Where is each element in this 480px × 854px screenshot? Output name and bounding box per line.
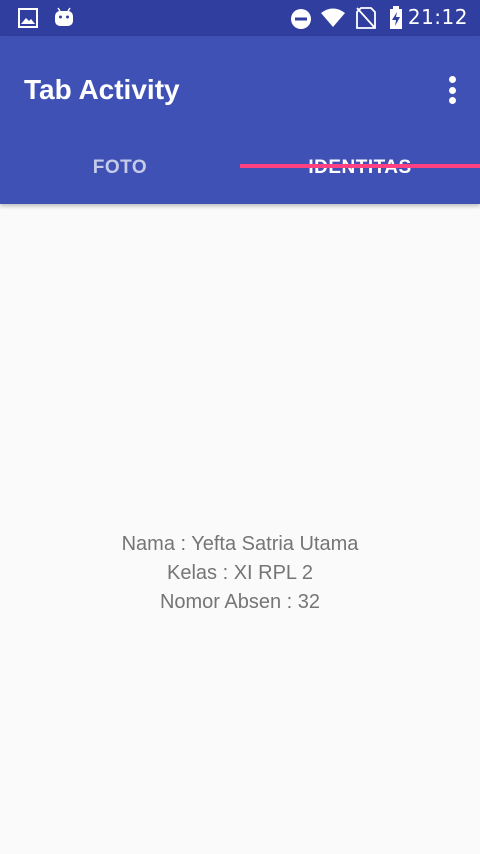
no-sim-icon (356, 7, 376, 29)
tab-indicator (240, 164, 480, 168)
battery-charging-icon (390, 6, 402, 29)
identity-class: Kelas : XI RPL 2 (167, 562, 313, 584)
tab-foto[interactable]: FOTO (0, 132, 240, 204)
status-time: 21:12 (407, 5, 468, 29)
more-vert-icon[interactable] (446, 76, 458, 104)
android-icon (55, 7, 73, 26)
tab-bar: FOTO IDENTITAS (0, 132, 480, 204)
wifi-icon (321, 8, 345, 27)
identity-number: Nomor Absen : 32 (159, 591, 321, 613)
do-not-disturb-icon (291, 9, 311, 29)
image-icon (18, 8, 38, 28)
identity-name: Nama : Yefta Satria Utama (121, 533, 359, 555)
identity-content: Nama : Yefta Satria Utama Kelas : XI RPL… (0, 530, 480, 617)
page-title: Tab Activity (24, 74, 180, 105)
app-bar: Tab Activity FOTO IDENTITAS (0, 36, 480, 204)
status-bar: 21:12 (0, 0, 480, 36)
tab-identitas[interactable]: IDENTITAS (240, 132, 480, 204)
